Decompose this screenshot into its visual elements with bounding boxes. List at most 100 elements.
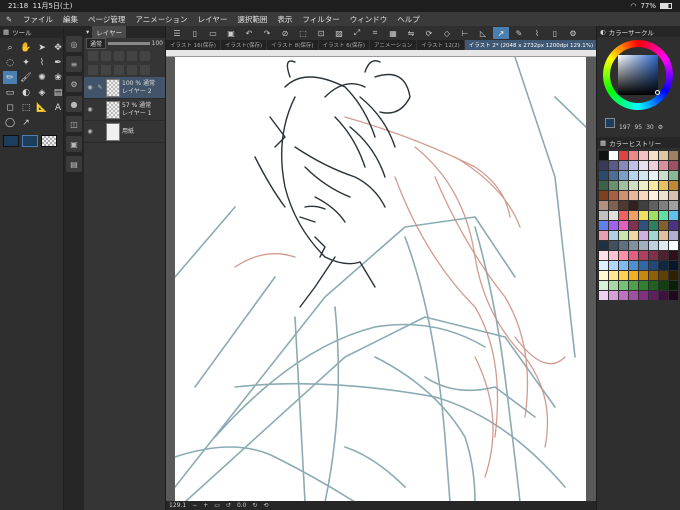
color-history-swatch[interactable] (659, 191, 668, 200)
color-history-swatch[interactable] (599, 221, 608, 230)
color-history-swatch[interactable] (599, 251, 608, 260)
merge-icon[interactable] (127, 65, 137, 75)
doc-tab[interactable]: イラスト(保存) (221, 40, 268, 50)
color-history-swatch[interactable] (669, 211, 678, 220)
color-history-swatch[interactable] (649, 251, 658, 260)
opacity-slider[interactable] (108, 42, 150, 45)
layer-property-icon[interactable]: ◫ (66, 116, 82, 132)
color-history-swatch[interactable] (629, 201, 638, 210)
color-history-swatch[interactable] (649, 211, 658, 220)
color-history-swatch[interactable] (629, 181, 638, 190)
color-history-swatch[interactable] (659, 161, 668, 170)
color-history-swatch[interactable] (619, 201, 628, 210)
color-history-swatch[interactable] (649, 191, 658, 200)
color-history-swatch[interactable] (599, 231, 608, 240)
fill-tool-icon[interactable]: ◈ (35, 86, 49, 99)
color-history-swatch[interactable] (599, 191, 608, 200)
eyedropper-tool-icon[interactable]: ⌇ (35, 56, 49, 69)
menu-page[interactable]: ページ管理 (83, 14, 130, 25)
color-history-swatch[interactable] (669, 271, 678, 280)
gradient-tool-icon[interactable]: ▤ (51, 86, 65, 99)
snap-icon[interactable]: ◇ (439, 27, 455, 39)
main-color-chip[interactable] (3, 135, 19, 147)
sub-tool-icon[interactable]: ≡ (66, 56, 82, 72)
color-history-swatch[interactable] (639, 171, 648, 180)
color-history-swatch[interactable] (619, 281, 628, 290)
color-history-swatch[interactable] (629, 191, 638, 200)
visibility-eye-icon[interactable]: ◉ (86, 128, 94, 135)
mask-icon[interactable] (140, 51, 150, 61)
color-history-swatch[interactable] (659, 151, 668, 160)
color-history-swatch[interactable] (609, 231, 618, 240)
tool-property-icon[interactable]: ⚙ (66, 76, 82, 92)
color-history-swatch[interactable] (659, 281, 668, 290)
color-history-swatch[interactable] (669, 221, 678, 230)
color-history-swatch[interactable] (629, 291, 638, 300)
color-history-swatch[interactable] (609, 161, 618, 170)
airbrush-tool-icon[interactable]: ✺ (35, 71, 49, 84)
color-history-swatch[interactable] (649, 231, 658, 240)
brush-settings-icon[interactable]: ⌇ (529, 27, 545, 39)
new-raster-layer-icon[interactable] (88, 65, 98, 75)
saturation-value-square[interactable] (618, 55, 658, 95)
reset-rotation-icon[interactable]: ⟲ (264, 502, 269, 509)
color-history-swatch[interactable] (609, 261, 618, 270)
text-tool-icon[interactable]: A (51, 101, 65, 114)
menu-layer[interactable]: レイヤー (193, 14, 233, 25)
menu-window[interactable]: ウィンドウ (345, 14, 393, 25)
color-history-swatch[interactable] (609, 151, 618, 160)
color-history-swatch[interactable] (629, 251, 638, 260)
color-history-swatch[interactable] (619, 151, 628, 160)
reference-icon[interactable] (114, 51, 124, 61)
doc-tab[interactable]: イラスト 6(保存) (319, 40, 370, 50)
color-history-swatch[interactable] (669, 181, 678, 190)
color-history-swatch[interactable] (619, 211, 628, 220)
doc-tab-active[interactable]: イラスト 2* (2048 x 2732px 1200dpi 129.1%) (464, 40, 596, 50)
clear-icon[interactable]: ⊘ (277, 27, 293, 39)
grid-icon[interactable]: ▦ (385, 27, 401, 39)
new-folder-icon[interactable] (114, 65, 124, 75)
layer-panel-menu-icon[interactable]: ▾ (86, 28, 89, 36)
color-history-swatch[interactable] (609, 221, 618, 230)
open-file-icon[interactable]: ▭ (205, 27, 221, 39)
color-history-swatch[interactable] (639, 181, 648, 190)
menu-edit[interactable]: 編集 (58, 14, 83, 25)
correct-line-icon[interactable]: ↗ (493, 27, 509, 39)
color-history-swatch[interactable] (669, 251, 678, 260)
color-history-swatch[interactable] (609, 281, 618, 290)
new-file-icon[interactable]: ▯ (187, 27, 203, 39)
color-history-swatch[interactable] (659, 231, 668, 240)
rotate-right-icon[interactable]: ↻ (253, 502, 258, 509)
blend-tool-icon[interactable]: ◐ (19, 86, 33, 99)
layer-row[interactable]: ◉ 57 % 通常 レイヤー 1 (84, 99, 165, 121)
color-history-swatch[interactable] (599, 161, 608, 170)
correct-line-tool-icon[interactable]: ↗ (19, 116, 33, 129)
pen-pressure-icon[interactable]: ✎ (511, 27, 527, 39)
visibility-eye-icon[interactable]: ◉ (86, 106, 94, 113)
color-history-swatch[interactable] (599, 171, 608, 180)
invert-selection-icon[interactable]: ⊡ (313, 27, 329, 39)
color-history-swatch[interactable] (639, 241, 648, 250)
delete-layer-icon[interactable] (140, 65, 150, 75)
rotate-icon[interactable]: ⟳ (421, 27, 437, 39)
color-history-swatch[interactable] (599, 281, 608, 290)
color-history-swatch[interactable] (639, 291, 648, 300)
smartphone-icon[interactable]: ▯ (547, 27, 563, 39)
menu-filter[interactable]: フィルター (297, 14, 344, 25)
app-logo-icon[interactable]: ✎ (0, 15, 18, 24)
color-history-swatch[interactable] (649, 291, 658, 300)
wand-tool-icon[interactable]: ✦ (19, 56, 33, 69)
color-history-swatch[interactable] (609, 241, 618, 250)
draft-icon[interactable] (127, 51, 137, 61)
fit-icon[interactable]: ▭ (214, 502, 220, 509)
color-history-swatch[interactable] (669, 171, 678, 180)
color-history-swatch[interactable] (649, 201, 658, 210)
color-history-swatch[interactable] (629, 211, 638, 220)
tab-layer[interactable]: レイヤー (92, 26, 127, 38)
pen-tool-icon[interactable]: ✒ (51, 56, 65, 69)
color-history-swatch[interactable] (659, 181, 668, 190)
color-history-swatch[interactable] (669, 261, 678, 270)
operation-tool-icon[interactable]: ➤ (35, 41, 49, 54)
new-vector-layer-icon[interactable] (101, 65, 111, 75)
frame-tool-icon[interactable]: ⬚ (19, 101, 33, 114)
